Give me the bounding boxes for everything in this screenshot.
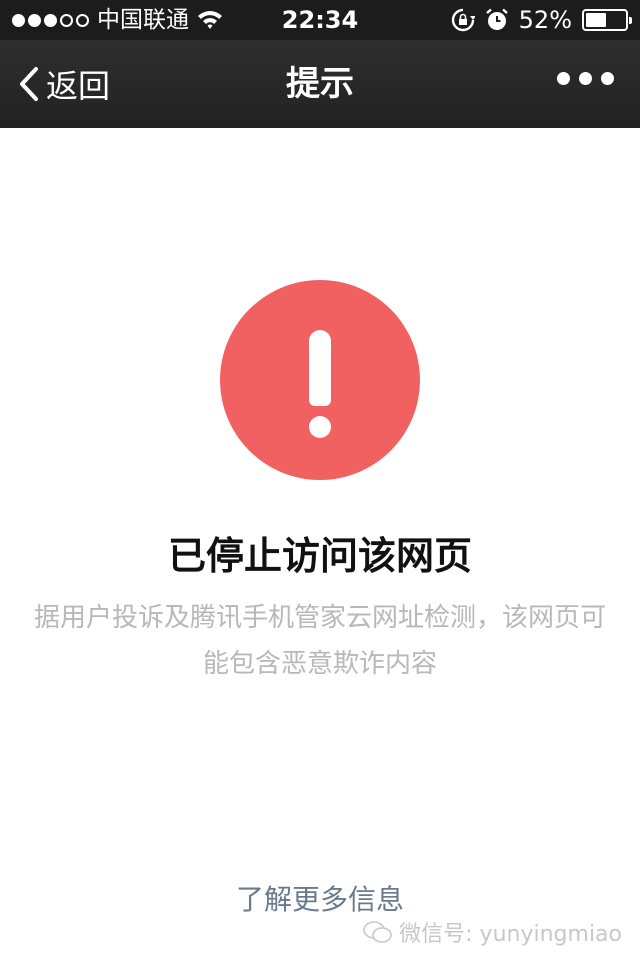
page-title: 提示 <box>286 64 354 104</box>
blocked-description: 据用户投诉及腾讯手机管家云网址检测，该网页可能包含恶意欺诈内容 <box>33 603 606 679</box>
rotation-lock-icon <box>451 8 475 32</box>
battery-percent: 52% <box>518 6 572 34</box>
more-options-button[interactable] <box>557 72 614 85</box>
wechat-logo-icon <box>363 921 392 943</box>
watermark-text: 微信号: yunyingmiao <box>399 922 622 947</box>
exclamation-icon <box>220 280 420 480</box>
status-bar-right: 52% <box>451 0 632 40</box>
blocked-headline: 已停止访问该网页 <box>167 534 472 578</box>
more-dots-icon <box>557 72 570 85</box>
learn-more-link[interactable]: 了解更多信息 <box>0 878 640 918</box>
navigation-bar: 返回 提示 <box>0 40 640 128</box>
wechat-watermark: 微信号: yunyingmiao <box>363 916 622 948</box>
alarm-icon <box>485 8 508 30</box>
battery-icon <box>582 9 632 31</box>
status-bar: 中国联通 22:34 52% <box>0 0 640 40</box>
